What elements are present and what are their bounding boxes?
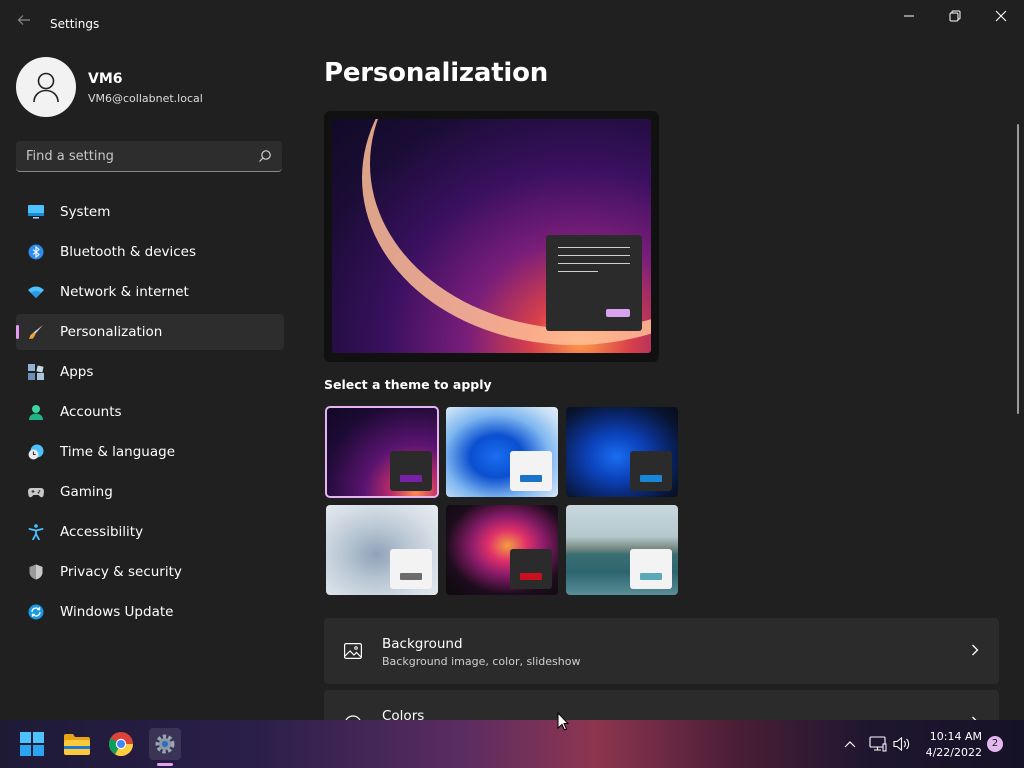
sidebar-item-label: Network & internet	[60, 284, 189, 300]
restore-icon	[949, 10, 961, 22]
minimize-icon	[904, 15, 914, 17]
theme-sunrise[interactable]	[566, 505, 678, 595]
file-explorer-icon	[64, 734, 90, 755]
sidebar-item-personalization[interactable]: Personalization	[16, 314, 284, 350]
app-title: Settings	[50, 17, 100, 31]
chevron-up-icon[interactable]	[844, 740, 856, 748]
clock-date: 4/22/2022	[925, 746, 982, 759]
avatar[interactable]	[16, 57, 76, 117]
settings-button[interactable]	[149, 728, 181, 760]
card-title: Background	[382, 636, 463, 652]
sidebar-item-apps[interactable]: Apps	[16, 354, 284, 390]
taskbar	[0, 720, 1024, 768]
active-app-indicator	[157, 763, 173, 766]
restore-button[interactable]	[932, 0, 978, 32]
themes-label: Select a theme to apply	[324, 377, 492, 392]
chrome-icon	[109, 732, 133, 756]
theme-captured-motion[interactable]	[326, 505, 438, 595]
theme-windows-dark-bloom[interactable]	[566, 407, 678, 497]
bluetooth-icon	[28, 244, 44, 260]
image-icon	[344, 643, 362, 659]
preview-accent-button	[606, 309, 630, 317]
theme-windows-dark-glow[interactable]	[325, 406, 439, 498]
sidebar-item-label: Apps	[60, 364, 94, 380]
brush-icon	[29, 325, 43, 339]
selection-indicator	[16, 325, 19, 339]
search-box[interactable]	[16, 141, 282, 172]
user-email: VM6@collabnet.local	[88, 92, 203, 105]
wifi-icon	[28, 286, 44, 298]
sidebar-item-label: System	[60, 204, 111, 220]
file-explorer-button[interactable]	[61, 728, 93, 760]
clock-time: 10:14 AM	[929, 730, 982, 743]
system-icon	[28, 205, 44, 219]
sidebar-item-windows-update[interactable]: Windows Update	[16, 594, 284, 630]
volume-icon[interactable]	[893, 736, 911, 752]
network-icon[interactable]	[869, 736, 887, 752]
notification-badge[interactable]: 2	[987, 736, 1003, 752]
clock-globe-icon	[28, 444, 44, 460]
gamepad-icon	[28, 488, 44, 498]
mouse-cursor-icon	[557, 712, 569, 731]
update-icon	[28, 604, 44, 620]
start-button[interactable]	[16, 728, 48, 760]
chrome-button[interactable]	[105, 728, 137, 760]
search-input[interactable]	[26, 147, 246, 165]
theme-flow[interactable]	[446, 505, 558, 595]
sidebar-item-label: Time & language	[60, 444, 176, 460]
page-title: Personalization	[324, 58, 549, 88]
sidebar-item-accessibility[interactable]: Accessibility	[16, 514, 284, 550]
search-icon[interactable]	[258, 149, 272, 163]
background-card[interactable]: Background Background image, color, slid…	[324, 618, 999, 684]
theme-windows-light-bloom[interactable]	[446, 407, 558, 497]
start-icon	[20, 732, 44, 756]
sidebar-item-label: Windows Update	[60, 604, 174, 620]
back-arrow-icon	[17, 15, 30, 25]
theme-preview	[324, 111, 659, 362]
sidebar-item-network[interactable]: Network & internet	[16, 274, 284, 310]
card-subtitle: Background image, color, slideshow	[382, 655, 581, 668]
user-icon	[33, 72, 59, 103]
title-bar: Settings	[0, 0, 1024, 40]
user-name: VM6	[88, 71, 123, 87]
sidebar-item-label: Privacy & security	[60, 564, 182, 580]
shield-icon	[29, 564, 43, 580]
close-icon	[995, 10, 1007, 22]
minimize-button[interactable]	[886, 0, 932, 32]
sidebar-item-label: Accessibility	[60, 524, 144, 540]
sidebar-nav: System Bluetooth & devices Network & int…	[16, 194, 284, 634]
back-button[interactable]	[14, 10, 34, 30]
sidebar-item-label: Accounts	[60, 404, 122, 420]
sidebar-item-bluetooth[interactable]: Bluetooth & devices	[16, 234, 284, 270]
accessibility-icon	[28, 524, 44, 540]
taskbar-clock[interactable]: 10:14 AM 4/22/2022	[912, 729, 982, 761]
apps-icon	[28, 364, 44, 380]
sidebar-item-accounts[interactable]: Accounts	[16, 394, 284, 430]
accounts-icon	[29, 405, 43, 420]
sidebar-item-gaming[interactable]: Gaming	[16, 474, 284, 510]
close-button[interactable]	[978, 0, 1024, 32]
sidebar-item-label: Bluetooth & devices	[60, 244, 197, 260]
sidebar-item-label: Gaming	[60, 484, 113, 500]
settings-icon	[155, 734, 175, 754]
preview-window	[546, 235, 642, 331]
scrollbar-thumb[interactable]	[1017, 124, 1019, 414]
sidebar-item-system[interactable]: System	[16, 194, 284, 230]
sidebar-item-time-language[interactable]: Time & language	[16, 434, 284, 470]
sidebar-item-privacy-security[interactable]: Privacy & security	[16, 554, 284, 590]
chevron-right-icon	[972, 644, 979, 656]
sidebar-item-label: Personalization	[60, 324, 163, 340]
settings-window: Settings VM6 VM6@collabnet.local System …	[0, 0, 1024, 756]
